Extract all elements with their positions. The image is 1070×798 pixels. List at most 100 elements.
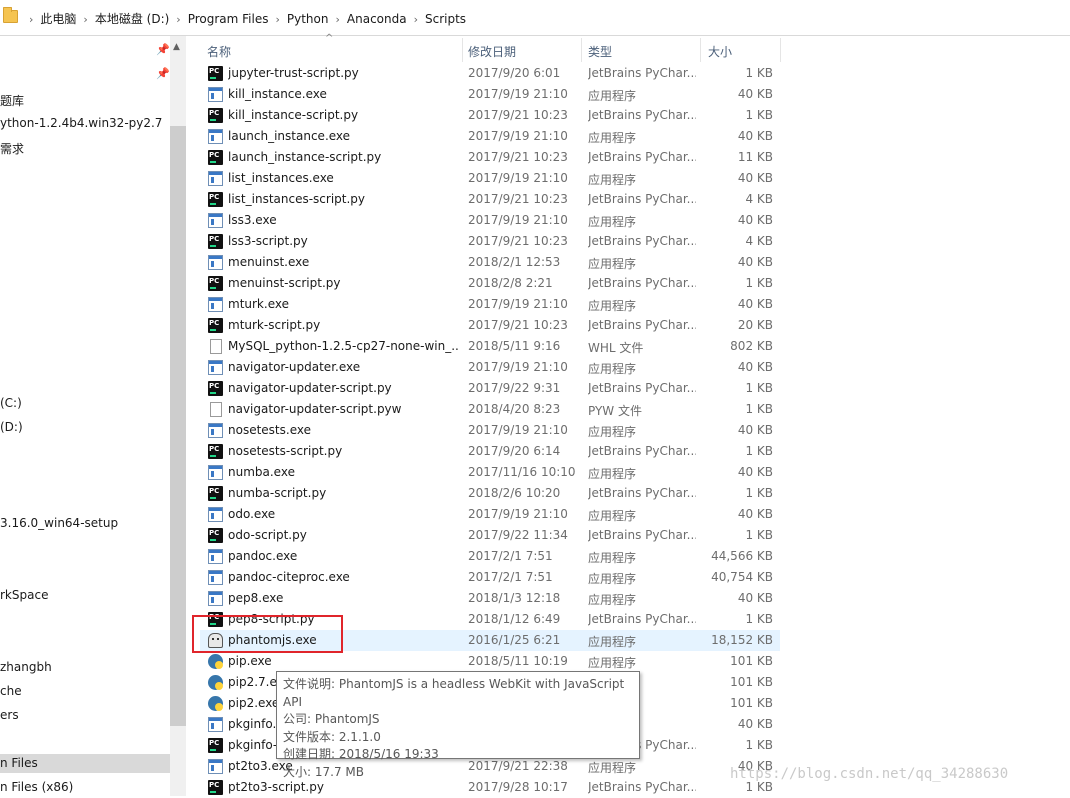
column-header-date[interactable]: 修改日期 <box>463 38 581 64</box>
breadcrumb-separator-icon[interactable]: › <box>29 13 33 26</box>
breadcrumb-item[interactable]: Program Files <box>188 12 269 26</box>
file-date: 2017/2/1 7:51 <box>468 570 553 584</box>
file-row[interactable]: odo-script.py 2017/9/22 11:34 JetBrains Py… <box>200 525 780 546</box>
folder-icon <box>3 7 18 23</box>
breadcrumb-separator-icon[interactable]: › <box>336 13 340 26</box>
file-row[interactable]: kill_instance.exe 2017/9/19 21:10 应用程序 40 K… <box>200 84 780 105</box>
exe-icon <box>208 255 223 270</box>
file-size: 40 KB <box>737 129 773 143</box>
file-row[interactable]: pandoc-citeproc.exe 2017/2/1 7:51 应用程序 40,7… <box>200 567 780 588</box>
file-date: 2017/9/21 10:23 <box>468 192 568 206</box>
scroll-up-arrow-icon[interactable]: ▲ <box>173 42 180 52</box>
file-size: 1 KB <box>745 402 773 416</box>
breadcrumb-separator-icon[interactable]: › <box>414 13 418 26</box>
pin-icon[interactable]: 📌 <box>156 43 170 56</box>
file-date: 2017/9/20 6:01 <box>468 66 561 80</box>
file-row[interactable]: navigator-updater-script.pyw 2018/4/20 8:… <box>200 399 780 420</box>
file-row[interactable]: pandoc.exe 2017/2/1 7:51 应用程序 44,566 KB <box>200 546 780 567</box>
file-type: PYW 文件 <box>588 404 642 418</box>
file-type: 应用程序 <box>588 425 637 439</box>
breadcrumb-separator-icon[interactable]: › <box>83 13 87 26</box>
file-date: 2017/9/19 21:10 <box>468 129 568 143</box>
column-divider[interactable] <box>780 38 781 62</box>
file-icon <box>210 339 222 354</box>
column-header-name[interactable]: 名称 <box>200 38 462 64</box>
file-row[interactable]: menuinst-script.py 2018/2/8 2:21 JetBrains… <box>200 273 780 294</box>
file-row[interactable]: MySQL_python-1.2.5-cp27-none-win_... 2018… <box>200 336 780 357</box>
breadcrumb-item[interactable]: 本地磁盘 (D:) <box>95 12 169 26</box>
pycharm-icon <box>208 738 223 753</box>
file-size: 40 KB <box>737 213 773 227</box>
scrollbar-thumb[interactable] <box>170 126 186 726</box>
column-header-size[interactable]: 大小 <box>701 38 781 64</box>
file-row[interactable]: kill_instance-script.py 2017/9/21 10:23 Je… <box>200 105 780 126</box>
file-row[interactable]: launch_instance.exe 2017/9/19 21:10 应用程序 40… <box>200 126 780 147</box>
file-row[interactable]: mturk.exe 2017/9/19 21:10 应用程序 40 KB <box>200 294 780 315</box>
address-bar[interactable]: › 此电脑 › 本地磁盘 (D:) › Program Files › Python › Anac… <box>0 0 1070 36</box>
file-type: 应用程序 <box>588 593 637 607</box>
nav-item[interactable]: 题库 <box>0 92 24 109</box>
file-size: 18,152 KB <box>711 633 773 647</box>
nav-item[interactable]: (D:) <box>0 420 23 434</box>
file-size: 1 KB <box>745 108 773 122</box>
file-row[interactable]: jupyter-trust-script.py 2017/9/20 6:01 Jet… <box>200 63 780 84</box>
file-row[interactable]: list_instances.exe 2017/9/19 21:10 应用程序 40 … <box>200 168 780 189</box>
nav-item[interactable]: (C:) <box>0 396 22 410</box>
file-name: navigator-updater-script.py <box>228 381 392 395</box>
file-row[interactable]: navigator-updater-script.py 2017/9/22 9:3… <box>200 378 780 399</box>
file-row[interactable]: navigator-updater.exe 2017/9/19 21:10 应用程序… <box>200 357 780 378</box>
file-row[interactable]: menuinst.exe 2018/2/1 12:53 应用程序 40 KB <box>200 252 780 273</box>
exe-icon <box>208 591 223 606</box>
nav-item[interactable]: zhangbh <box>0 660 52 674</box>
file-row[interactable]: nosetests-script.py 2017/9/20 6:14 JetBrai… <box>200 441 780 462</box>
breadcrumb-item[interactable]: Scripts <box>425 12 466 26</box>
column-header-type[interactable]: 类型 <box>582 38 700 64</box>
pin-icon[interactable]: 📌 <box>156 67 170 80</box>
nav-item[interactable]: rkSpace <box>0 588 48 602</box>
file-date: 2017/9/21 10:23 <box>468 318 568 332</box>
nav-item[interactable]: ython-1.2.4b4.win32-py2.7 <box>0 116 162 130</box>
file-row[interactable]: pip.exe 2018/5/11 10:19 应用程序 101 KB <box>200 651 780 672</box>
file-row[interactable]: nosetests.exe 2017/9/19 21:10 应用程序 40 KB <box>200 420 780 441</box>
exe-icon <box>208 465 223 480</box>
file-size: 4 KB <box>745 192 773 206</box>
file-name: odo-script.py <box>228 528 307 542</box>
file-name: menuinst.exe <box>228 255 310 269</box>
nav-scrollbar[interactable]: ▲ <box>170 36 186 796</box>
nav-item[interactable]: ers <box>0 708 19 722</box>
file-size: 40 KB <box>737 297 773 311</box>
file-date: 2017/11/16 10:10 <box>468 465 576 479</box>
file-name: numba.exe <box>228 465 295 479</box>
pycharm-icon <box>208 108 223 123</box>
file-row[interactable]: odo.exe 2017/9/19 21:10 应用程序 40 KB <box>200 504 780 525</box>
file-row[interactable]: pep8.exe 2018/1/3 12:18 应用程序 40 KB <box>200 588 780 609</box>
breadcrumb-separator-icon[interactable]: › <box>176 13 180 26</box>
file-date: 2017/9/22 11:34 <box>468 528 568 542</box>
column-label: 修改日期 <box>468 45 517 59</box>
nav-item[interactable]: n Files <box>0 754 170 773</box>
breadcrumb: › 此电脑 › 本地磁盘 (D:) › Program Files › Python › Anac… <box>22 10 466 27</box>
tooltip-line: 文件版本: 2.1.1.0 <box>283 729 381 744</box>
breadcrumb-item[interactable]: Python <box>287 12 329 26</box>
file-date: 2017/2/1 7:51 <box>468 549 553 563</box>
nav-item[interactable]: 需求 <box>0 140 24 157</box>
file-row[interactable]: mturk-script.py 2017/9/21 10:23 JetBrains … <box>200 315 780 336</box>
file-type: JetBrains PyChar... <box>588 108 696 122</box>
file-row[interactable]: lss3.exe 2017/9/19 21:10 应用程序 40 KB <box>200 210 780 231</box>
file-row[interactable]: lss3-script.py 2017/9/21 10:23 JetBrains P… <box>200 231 780 252</box>
file-row[interactable]: numba.exe 2017/11/16 10:10 应用程序 40 KB <box>200 462 780 483</box>
exe-icon <box>208 213 223 228</box>
file-row[interactable]: launch_instance-script.py 2017/9/21 10:23… <box>200 147 780 168</box>
file-row[interactable]: numba-script.py 2018/2/6 10:20 JetBrains P… <box>200 483 780 504</box>
nav-item[interactable]: che <box>0 684 22 698</box>
file-type: JetBrains PyChar... <box>588 192 696 206</box>
breadcrumb-separator-icon[interactable]: › <box>275 13 279 26</box>
nav-item[interactable]: n Files (x86) <box>0 780 73 794</box>
file-size: 4 KB <box>745 234 773 248</box>
file-row[interactable]: list_instances-script.py 2017/9/21 10:23 J… <box>200 189 780 210</box>
breadcrumb-item[interactable]: 此电脑 <box>40 12 76 26</box>
breadcrumb-item[interactable]: Anaconda <box>347 12 407 26</box>
file-size: 1 KB <box>745 738 773 752</box>
file-type: JetBrains PyChar... <box>588 486 696 500</box>
nav-item[interactable]: 3.16.0_win64-setup <box>0 516 118 530</box>
